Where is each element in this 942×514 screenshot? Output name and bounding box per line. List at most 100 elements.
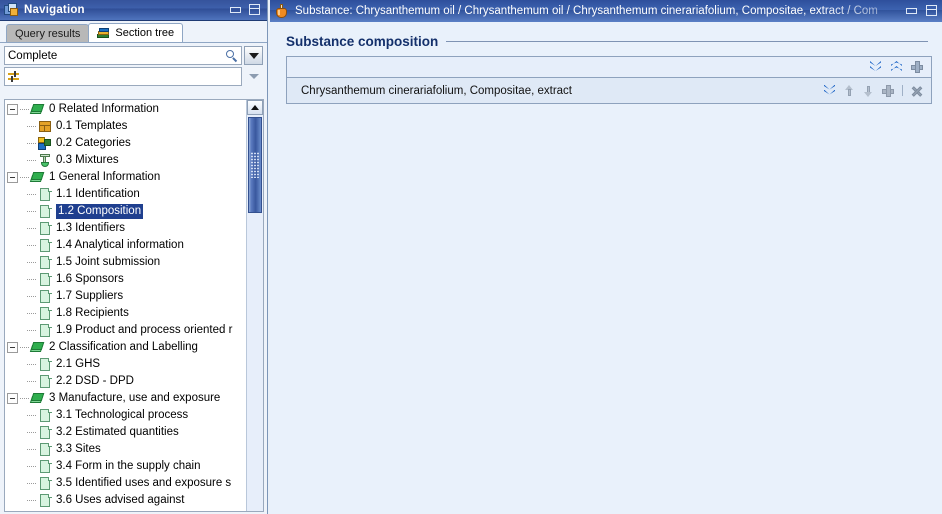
tab-section-tree-label: Section tree <box>115 27 175 39</box>
tree-item-label: 3.6 Uses advised against <box>56 494 185 506</box>
tree-item-0-3-mixtures[interactable]: 0.3 Mixtures <box>5 152 246 169</box>
tree-item-1-1-identification[interactable]: 1.1 Identification <box>5 186 246 203</box>
tree-connector <box>27 278 36 281</box>
tree-connector <box>27 465 36 468</box>
tree-expand-toggle[interactable] <box>7 393 18 404</box>
tree-connector <box>27 431 36 434</box>
tree-connector <box>27 125 36 128</box>
tree-item-1-8-recipients[interactable]: 1.8 Recipients <box>5 305 246 322</box>
tree-connector <box>27 482 36 485</box>
tree-item-label: 3 Manufacture, use and exposure <box>49 392 221 404</box>
tree-item-label: 3.2 Estimated quantities <box>56 426 179 438</box>
navigation-controls: Complete <box>0 43 267 86</box>
tree-item-1-4-analytical-information[interactable]: 1.4 Analytical information <box>5 237 246 254</box>
add-icon[interactable] <box>911 61 923 73</box>
scroll-up-arrow-icon <box>251 105 259 110</box>
tree-item-2-1-ghs[interactable]: 2.1 GHS <box>5 356 246 373</box>
collapse-all-icon[interactable] <box>869 61 882 73</box>
composition-row-actions <box>823 84 923 97</box>
tree-item-label: 2.2 DSD - DPD <box>56 375 134 387</box>
tree-item-2-classification-and-labelling[interactable]: 2 Classification and Labelling <box>5 339 246 356</box>
books-icon <box>97 27 110 39</box>
filter-input[interactable] <box>4 67 242 86</box>
tree-item-1-general-information[interactable]: 1 General Information <box>5 169 246 186</box>
document-icon <box>37 289 53 304</box>
tree-item-0-1-templates[interactable]: 0.1 Templates <box>5 118 246 135</box>
tree-item-3-6-uses-advised-against[interactable]: 3.6 Uses advised against <box>5 492 246 509</box>
tab-section-tree[interactable]: Section tree <box>88 23 184 42</box>
tree-item-2-2-dsd-dpd[interactable]: 2.2 DSD - DPD <box>5 373 246 390</box>
tree-item-3-3-sites[interactable]: 3.3 Sites <box>5 441 246 458</box>
tree-item-3-7-waste-from-production-and-use[interactable]: 3.7 Waste from production and use <box>5 509 246 511</box>
application-window: Navigation Query results Section tree Co… <box>0 0 942 514</box>
tree-item-3-4-form-in-the-supply-chain[interactable]: 3.4 Form in the supply chain <box>5 458 246 475</box>
tree-item-1-7-suppliers[interactable]: 1.7 Suppliers <box>5 288 246 305</box>
search-input-value: Complete <box>8 49 58 62</box>
tree-item-label: 1.4 Analytical information <box>56 239 184 251</box>
tree-connector <box>27 414 36 417</box>
tree-connector <box>20 346 29 349</box>
search-row: Complete <box>4 46 263 65</box>
page-title: Substance composition <box>286 34 439 49</box>
navigation-title: Navigation <box>24 4 85 16</box>
document-icon <box>37 442 53 457</box>
table-row[interactable]: Chrysanthemum cinerariafolium, Composita… <box>287 78 931 103</box>
tree-item-0-related-information[interactable]: 0 Related Information <box>5 101 246 118</box>
tree-item-3-5-identified-uses-and-exposure-s[interactable]: 3.5 Identified uses and exposure s <box>5 475 246 492</box>
tree-connector <box>27 312 36 315</box>
tree-item-3-1-technological-process[interactable]: 3.1 Technological process <box>5 407 246 424</box>
add-row-icon[interactable] <box>882 84 894 97</box>
tree-expand-toggle[interactable] <box>7 104 18 115</box>
tree-expand-toggle[interactable] <box>7 172 18 183</box>
tree-item-3-2-estimated-quantities[interactable]: 3.2 Estimated quantities <box>5 424 246 441</box>
maximize-button[interactable] <box>248 4 261 16</box>
categories-icon <box>37 136 53 151</box>
move-up-icon[interactable] <box>844 84 855 97</box>
document-icon <box>37 255 53 270</box>
move-down-icon[interactable] <box>863 85 874 97</box>
scrollbar-grip-icon <box>250 152 260 178</box>
tree-item-1-6-sponsors[interactable]: 1.6 Sponsors <box>5 271 246 288</box>
mixtures-icon <box>37 153 53 168</box>
minimize-button[interactable] <box>905 5 918 17</box>
tree-item-label: 3.3 Sites <box>56 443 101 455</box>
tree-connector <box>27 295 36 298</box>
filter-icon <box>8 70 22 83</box>
tree-item-label: 1.3 Identifiers <box>56 222 126 234</box>
document-icon <box>37 493 53 508</box>
search-icon[interactable] <box>226 49 238 62</box>
tree-connector <box>27 142 36 145</box>
tree-expand-toggle[interactable] <box>7 342 18 353</box>
tree-item-label: 1.1 Identification <box>56 188 140 200</box>
composition-row-label: Chrysanthemum cinerariafolium, Composita… <box>301 84 572 97</box>
document-icon <box>37 323 53 338</box>
tree-item-label: 1.2 Composition <box>56 204 144 219</box>
tree-item-1-3-identifiers[interactable]: 1.3 Identifiers <box>5 220 246 237</box>
minimize-button[interactable] <box>229 4 242 16</box>
scroll-up-button[interactable] <box>247 100 263 115</box>
tree-item-label: 1.7 Suppliers <box>56 290 124 302</box>
section-icon <box>29 102 46 117</box>
expand-row-icon[interactable] <box>823 84 836 97</box>
tree-item-3-manufacture-use-and-exposure[interactable]: 3 Manufacture, use and exposure <box>5 390 246 407</box>
filter-dropdown-button[interactable] <box>244 67 263 86</box>
scrollbar-thumb[interactable] <box>248 117 262 213</box>
maximize-button[interactable] <box>925 5 938 17</box>
tree-connector <box>27 380 36 383</box>
tree-connector <box>27 448 36 451</box>
tree-item-1-9-product-and-process-oriented-r[interactable]: 1.9 Product and process oriented r <box>5 322 246 339</box>
document-titlebar: Substance: Chrysanthemum oil / Chrysanth… <box>270 0 942 22</box>
tree-scrollbar[interactable] <box>246 100 263 511</box>
tree-item-1-2-composition[interactable]: 1.2 Composition <box>5 203 246 220</box>
delete-row-icon[interactable] <box>911 85 923 97</box>
expand-all-icon[interactable] <box>890 61 903 73</box>
tab-query-results[interactable]: Query results <box>6 24 90 42</box>
tree-item-0-2-categories[interactable]: 0.2 Categories <box>5 135 246 152</box>
section-tree-list[interactable]: 0 Related Information 0.1 Templates 0.2 Ca… <box>5 100 246 511</box>
navigation-panel: Navigation Query results Section tree Co… <box>0 0 268 514</box>
chevron-down-icon <box>248 74 259 79</box>
tree-item-1-5-joint-submission[interactable]: 1.5 Joint submission <box>5 254 246 271</box>
search-input[interactable]: Complete <box>4 46 242 65</box>
search-dropdown-button[interactable] <box>244 46 263 65</box>
document-icon <box>37 357 53 372</box>
